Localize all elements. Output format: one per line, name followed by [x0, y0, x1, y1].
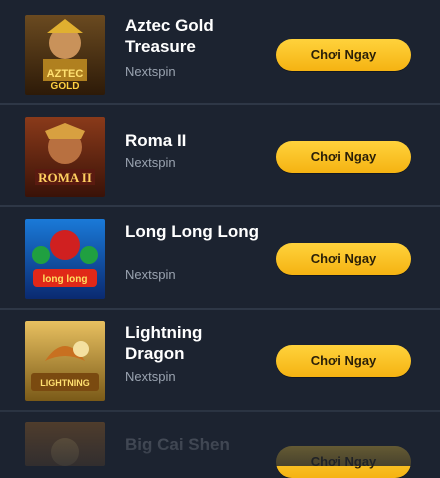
game-row[interactable]: Big Cai Shen Chơi Ngay [0, 412, 440, 478]
game-provider: Nextspin [125, 267, 176, 282]
game-title: Big Cai Shen [125, 435, 230, 454]
game-row[interactable]: long long Long Long Long Nextspin Chơi N… [0, 207, 440, 310]
game-title: Long Long Long [125, 222, 260, 241]
play-now-button[interactable]: Chơi Ngay [276, 39, 411, 71]
game-title: Lightning Dragon [125, 323, 203, 363]
svg-text:GOLD: GOLD [51, 81, 80, 92]
game-provider: Nextspin [125, 369, 176, 384]
game-thumbnail-lightning-dragon[interactable]: LIGHTNING [25, 321, 105, 401]
game-thumbnail-long-long-long[interactable]: long long [25, 219, 105, 299]
game-provider: Nextspin [125, 64, 176, 79]
game-provider: Nextspin [125, 155, 176, 170]
game-title: Aztec Gold Treasure [125, 16, 214, 56]
game-row[interactable]: AZTEC GOLD Aztec Gold Treasure Nextspin … [0, 0, 440, 105]
svg-text:long long: long long [43, 274, 88, 285]
play-now-button[interactable]: Chơi Ngay [276, 446, 411, 478]
play-now-button[interactable]: Chơi Ngay [276, 243, 411, 275]
game-title: Roma II [125, 131, 187, 150]
thumbnail-logo-text: AZTEC [47, 68, 84, 80]
game-thumbnail-roma-ii[interactable]: ROMA II [25, 117, 105, 197]
svg-text:ROMA II: ROMA II [38, 170, 92, 185]
svg-text:LIGHTNING: LIGHTNING [40, 378, 90, 388]
play-now-button[interactable]: Chơi Ngay [276, 345, 411, 377]
play-now-button[interactable]: Chơi Ngay [276, 141, 411, 173]
game-thumbnail-big-cai-shen[interactable] [25, 422, 105, 466]
game-row[interactable]: LIGHTNING Lightning Dragon Nextspin Chơi… [0, 310, 440, 412]
game-row[interactable]: ROMA II Roma II Nextspin Chơi Ngay [0, 105, 440, 207]
game-thumbnail-aztec-gold-treasure[interactable]: AZTEC GOLD [25, 15, 105, 95]
